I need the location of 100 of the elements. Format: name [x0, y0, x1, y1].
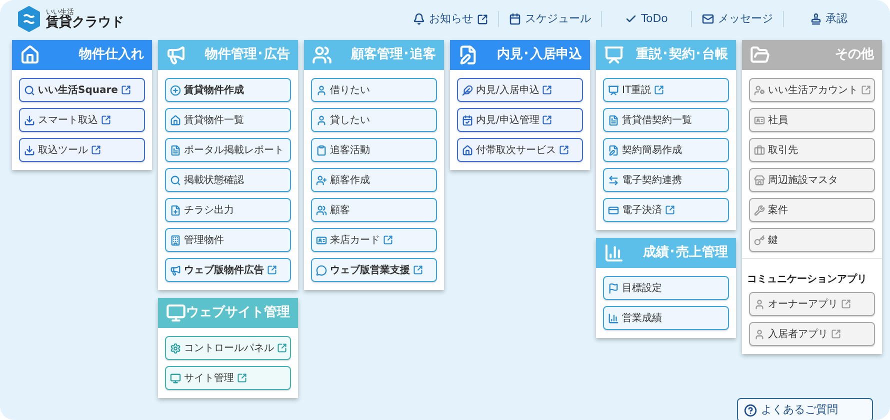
menu-button[interactable]: ポータル掲載レポート: [165, 138, 291, 162]
menu-button[interactable]: 入居者アプリ: [749, 322, 875, 346]
bar-chart-icon: [604, 243, 624, 263]
presentation-icon: [608, 84, 619, 96]
id-card-icon: [754, 114, 765, 126]
external-link-icon: [654, 85, 664, 95]
panel-title: ウェブサイト管理: [186, 304, 290, 322]
menu-button[interactable]: 借りたい: [311, 78, 437, 102]
menu-button[interactable]: サイト管理: [165, 366, 291, 390]
menu-button[interactable]: 案件: [749, 198, 875, 222]
menu-button[interactable]: スマート取込: [19, 108, 145, 132]
menu-button[interactable]: 内見/申込管理: [457, 108, 583, 132]
menu-button[interactable]: 取引先: [749, 138, 875, 162]
plus-circle-icon: [170, 84, 181, 96]
building-icon: [170, 234, 181, 246]
menu-button[interactable]: 周辺施設マスタ: [749, 168, 875, 192]
external-link-icon: [831, 329, 841, 339]
external-link-icon: [841, 299, 851, 309]
external-link-icon: [267, 265, 277, 275]
menu-button[interactable]: ウェブ版営業支援: [311, 258, 437, 282]
menu-button[interactable]: 管理物件: [165, 228, 291, 252]
nav-link[interactable]: メッセージ: [702, 10, 773, 28]
external-link-icon: [413, 265, 423, 275]
credit-card-icon: [608, 204, 619, 216]
download-icon: [24, 114, 35, 126]
download-icon: [24, 144, 35, 156]
document-plus-icon: [170, 204, 181, 216]
presentation-icon: [604, 45, 624, 65]
menu-button[interactable]: 貸したい: [311, 108, 437, 132]
nav-link[interactable]: 承認: [810, 10, 848, 28]
menu-button[interactable]: 契約簡易作成: [603, 138, 729, 162]
menu-button[interactable]: 営業成績: [603, 306, 729, 330]
feather-icon: [462, 84, 473, 96]
menu-button[interactable]: IT重説: [603, 78, 729, 102]
chat-bubble-icon: [316, 264, 327, 276]
arrows-icon: [608, 174, 619, 186]
store-icon: [754, 174, 765, 186]
external-link-icon: [120, 85, 131, 95]
calendar-check-icon: [462, 114, 473, 126]
menu-button[interactable]: いい生活アカウント: [749, 78, 875, 102]
menu-button[interactable]: 賃貸物件一覧: [165, 108, 291, 132]
faq-button[interactable]: よくあるご質問: [737, 398, 873, 420]
user-icon: [754, 328, 765, 340]
nav-link[interactable]: お知らせ: [413, 10, 488, 28]
menu-button[interactable]: 内見/入居申込: [457, 78, 583, 102]
monitor-icon: [166, 303, 186, 323]
menu-button[interactable]: コントロールパネル: [165, 336, 291, 360]
menu-button[interactable]: 社員: [749, 108, 875, 132]
menu-button[interactable]: 掲載状態確認: [165, 168, 291, 192]
users-icon: [316, 204, 327, 216]
user-icon: [754, 298, 765, 310]
folder-icon: [750, 45, 770, 65]
menu-button[interactable]: ウェブ版物件広告: [165, 258, 291, 282]
menu-button[interactable]: チラシ出力: [165, 198, 291, 222]
panel-title: 物件管理･広告: [205, 46, 290, 64]
logo-icon: [17, 6, 41, 32]
menu-button[interactable]: 顧客: [311, 198, 437, 222]
menu-button[interactable]: 電子決済: [603, 198, 729, 222]
menu-button[interactable]: 来店カード: [311, 228, 437, 252]
document-icon: [608, 114, 619, 126]
settings-icon: [170, 342, 181, 354]
house-icon: [462, 144, 473, 156]
help-icon: [744, 404, 757, 416]
user-icon: [316, 114, 327, 126]
megaphone-icon: [166, 45, 186, 65]
key-icon: [754, 234, 765, 246]
document-pen-icon: [608, 144, 619, 156]
menu-button[interactable]: 顧客作成: [311, 168, 437, 192]
user-icon: [316, 84, 327, 96]
section-heading: コミュニケーションアプリ: [747, 274, 867, 285]
external-link-icon: [101, 115, 111, 125]
menu-button[interactable]: 鍵: [749, 228, 875, 252]
monitor-icon: [170, 372, 181, 384]
external-link-icon: [277, 343, 287, 353]
external-link-icon: [559, 145, 569, 155]
search-icon: [24, 84, 35, 96]
external-link-icon: [237, 373, 247, 383]
house-icon: [20, 45, 40, 65]
flag-icon: [608, 282, 619, 294]
menu-button[interactable]: 電子契約連携: [603, 168, 729, 192]
nav-link[interactable]: スケジュール: [509, 10, 591, 28]
wrench-icon: [754, 204, 765, 216]
external-link-icon: [861, 85, 871, 95]
external-link-icon: [665, 205, 675, 215]
document-pen-icon: [458, 45, 478, 65]
menu-button[interactable]: 賃貸借契約一覧: [603, 108, 729, 132]
nav-link[interactable]: ToDo: [625, 10, 668, 28]
menu-button[interactable]: 賃貸物件作成: [165, 78, 291, 102]
check-icon: [625, 13, 638, 25]
calendar-icon: [509, 13, 521, 25]
menu-button[interactable]: 付帯取次サービス: [457, 138, 583, 162]
menu-button[interactable]: オーナーアプリ: [749, 292, 875, 316]
menu-button[interactable]: 追客活動: [311, 138, 437, 162]
menu-button[interactable]: 取込ツール: [19, 138, 145, 162]
menu-button[interactable]: いい生活Square: [19, 78, 145, 102]
panel-title: 重説･契約･台帳: [636, 46, 728, 64]
menu-button[interactable]: 目標設定: [603, 276, 729, 300]
bell-icon: [413, 13, 425, 25]
external-link-icon: [91, 145, 101, 155]
mail-icon: [702, 13, 714, 25]
